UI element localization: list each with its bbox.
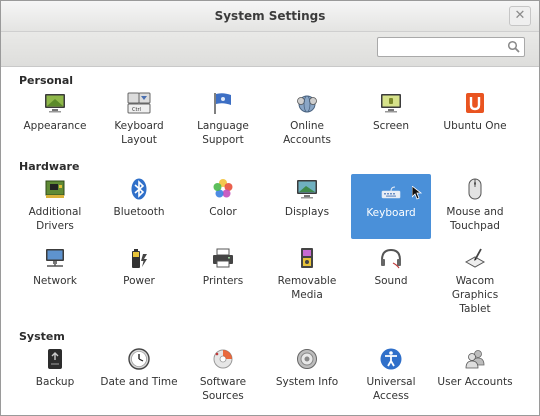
item-label: Mouse and Touchpad [446,206,504,232]
item-label: Power [123,275,155,287]
item-system-info[interactable]: System Info [267,345,347,409]
item-screen[interactable]: Screen [351,89,431,153]
removable-media-icon [301,248,313,268]
item-label: Keyboard [366,207,416,219]
svg-text:Ctrl: Ctrl [132,107,141,113]
online-accounts-icon [297,95,317,113]
item-color[interactable]: Color [183,175,263,239]
item-label: Color [209,206,237,218]
item-additional-drivers[interactable]: Additional Drivers [15,175,95,239]
bluetooth-icon [131,178,147,200]
displays-icon [297,180,317,199]
tablet-icon [464,248,486,268]
item-sound[interactable]: Sound [351,244,431,308]
item-label: Language Support [197,120,249,146]
clock-icon [128,348,150,370]
item-backup[interactable]: Backup [15,345,95,409]
system-info-icon [297,349,317,369]
battery-icon [132,249,147,268]
item-label: Removable Media [277,275,337,301]
search-input[interactable] [382,40,506,59]
color-icon [213,179,233,198]
item-label: Printers [202,275,244,287]
item-keyboard[interactable]: Keyboard [351,174,431,239]
item-label: Network [33,275,77,287]
item-power[interactable]: Power [99,244,179,308]
window-title: System Settings [214,9,326,23]
search-box[interactable] [377,37,525,59]
item-label: Appearance [23,120,87,132]
item-displays[interactable]: Displays [267,175,347,239]
item-network[interactable]: Network [15,244,95,308]
item-label: Additional Drivers [28,206,82,232]
chip-icon [45,180,65,198]
item-mouse-touchpad[interactable]: Mouse and Touchpad [435,175,515,239]
sound-icon [381,248,401,269]
universal-access-icon [380,348,402,370]
item-user-accounts[interactable]: User Accounts [435,345,515,409]
item-software-sources[interactable]: Software Sources [183,345,263,409]
item-keyboard-layout[interactable]: Ctrl Keyboard Layout [99,89,179,153]
user-accounts-icon [465,350,485,369]
item-label: Backup [35,376,75,388]
section-title-personal: Personal [19,74,74,87]
item-removable-media[interactable]: Removable Media [267,244,347,308]
keyboard-layout-icon: Ctrl [127,92,151,114]
network-icon [46,249,64,267]
mouse-icon [468,178,482,200]
item-universal-access[interactable]: Universal Access [351,345,431,409]
item-ubuntu-one[interactable]: Ubuntu One [435,89,515,153]
item-label: Keyboard Layout [114,120,164,146]
appearance-icon [45,94,65,113]
item-label: Universal Access [366,376,416,402]
toolbar [1,32,539,67]
section-title-system: System [19,330,65,343]
search-icon [507,40,520,53]
software-sources-icon [213,349,233,369]
language-flag-icon [214,93,231,114]
close-button[interactable]: ✕ [509,6,531,26]
backup-icon [48,349,62,369]
item-label: Software Sources [199,376,247,402]
system-settings-window: System Settings ✕ Personal Appearance Ct… [0,0,540,416]
item-online-accounts[interactable]: Online Accounts [267,89,347,153]
item-label: Online Accounts [283,120,331,146]
item-label: Bluetooth [113,206,165,218]
item-wacom-tablet[interactable]: Wacom Graphics Tablet [435,244,515,315]
mouse-cursor-icon [412,186,422,200]
item-appearance[interactable]: Appearance [15,89,95,153]
settings-content: Personal Appearance Ctrl Keyboard Layout [1,67,539,415]
item-label: Wacom Graphics Tablet [451,275,499,315]
item-date-time[interactable]: Date and Time [99,345,179,409]
ubuntu-one-icon [466,93,484,113]
item-label: System Info [275,376,339,388]
item-label: User Accounts [437,376,513,388]
item-label: Screen [372,120,410,132]
title-bar[interactable]: System Settings ✕ [1,1,539,32]
item-printers[interactable]: Printers [183,244,263,308]
item-bluetooth[interactable]: Bluetooth [99,175,179,239]
item-label: Ubuntu One [443,120,507,132]
item-label: Sound [374,275,408,287]
item-label: Date and Time [100,376,178,388]
item-language-support[interactable]: Language Support [183,89,263,153]
keyboard-icon [381,186,401,199]
printer-icon [213,248,233,268]
item-label: Displays [284,206,330,218]
screen-icon [381,94,401,113]
section-title-hardware: Hardware [19,160,80,173]
